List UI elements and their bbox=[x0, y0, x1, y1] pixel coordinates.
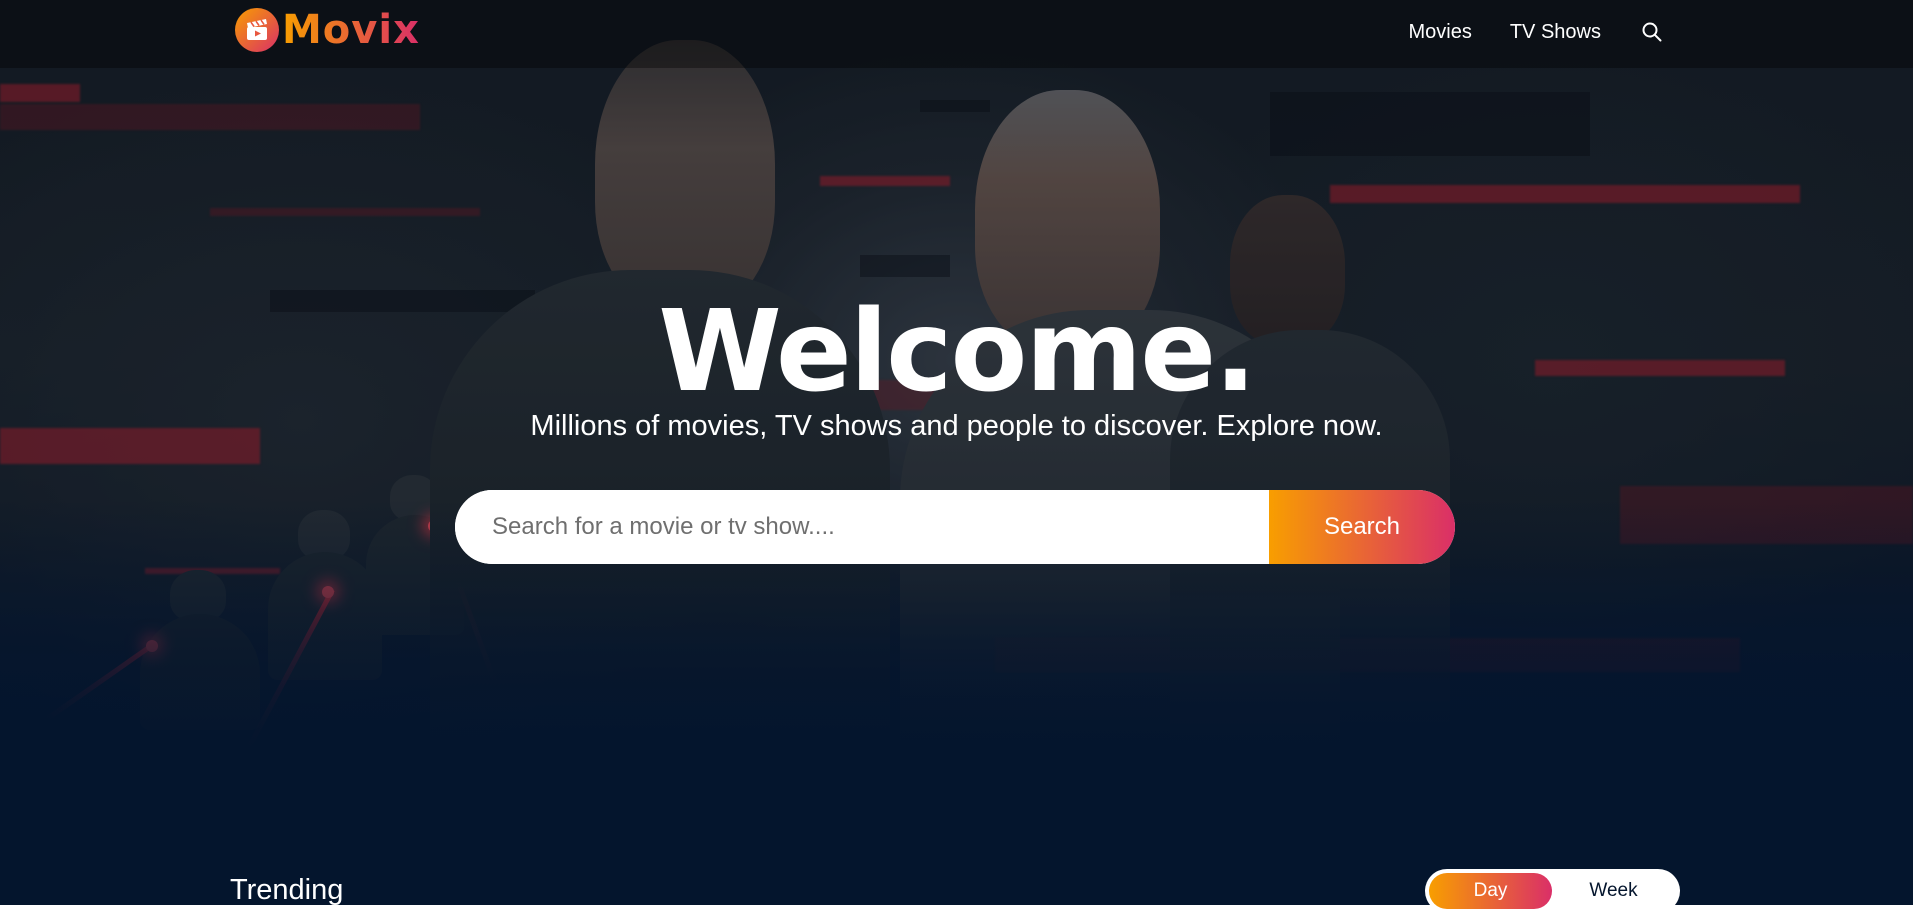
tab-week[interactable]: Week bbox=[1552, 873, 1675, 909]
hero-title: Welcome. bbox=[658, 287, 1256, 417]
search-icon[interactable] bbox=[1641, 21, 1663, 43]
site-header: Movix Movies TV Shows bbox=[0, 0, 1913, 68]
logo[interactable]: Movix bbox=[235, 8, 420, 52]
nav-item-movies[interactable]: Movies bbox=[1408, 21, 1471, 44]
hero-dim-overlay bbox=[0, 0, 1913, 905]
search-input[interactable] bbox=[455, 490, 1269, 564]
hero-backdrop bbox=[0, 0, 1913, 905]
search-button[interactable]: Search bbox=[1269, 490, 1455, 564]
page: Movix Movies TV Shows Welcome. Millions … bbox=[0, 0, 1913, 920]
tab-day[interactable]: Day bbox=[1429, 873, 1552, 909]
hero-subtitle: Millions of movies, TV shows and people … bbox=[530, 410, 1383, 442]
trending-title: Trending bbox=[230, 874, 344, 906]
logo-text: Movix bbox=[282, 7, 420, 53]
main-nav: Movies TV Shows bbox=[1370, 0, 1663, 64]
nav-item-tv-shows[interactable]: TV Shows bbox=[1510, 21, 1601, 44]
hero-search-bar: Search bbox=[455, 490, 1455, 564]
clapperboard-icon bbox=[235, 8, 279, 52]
